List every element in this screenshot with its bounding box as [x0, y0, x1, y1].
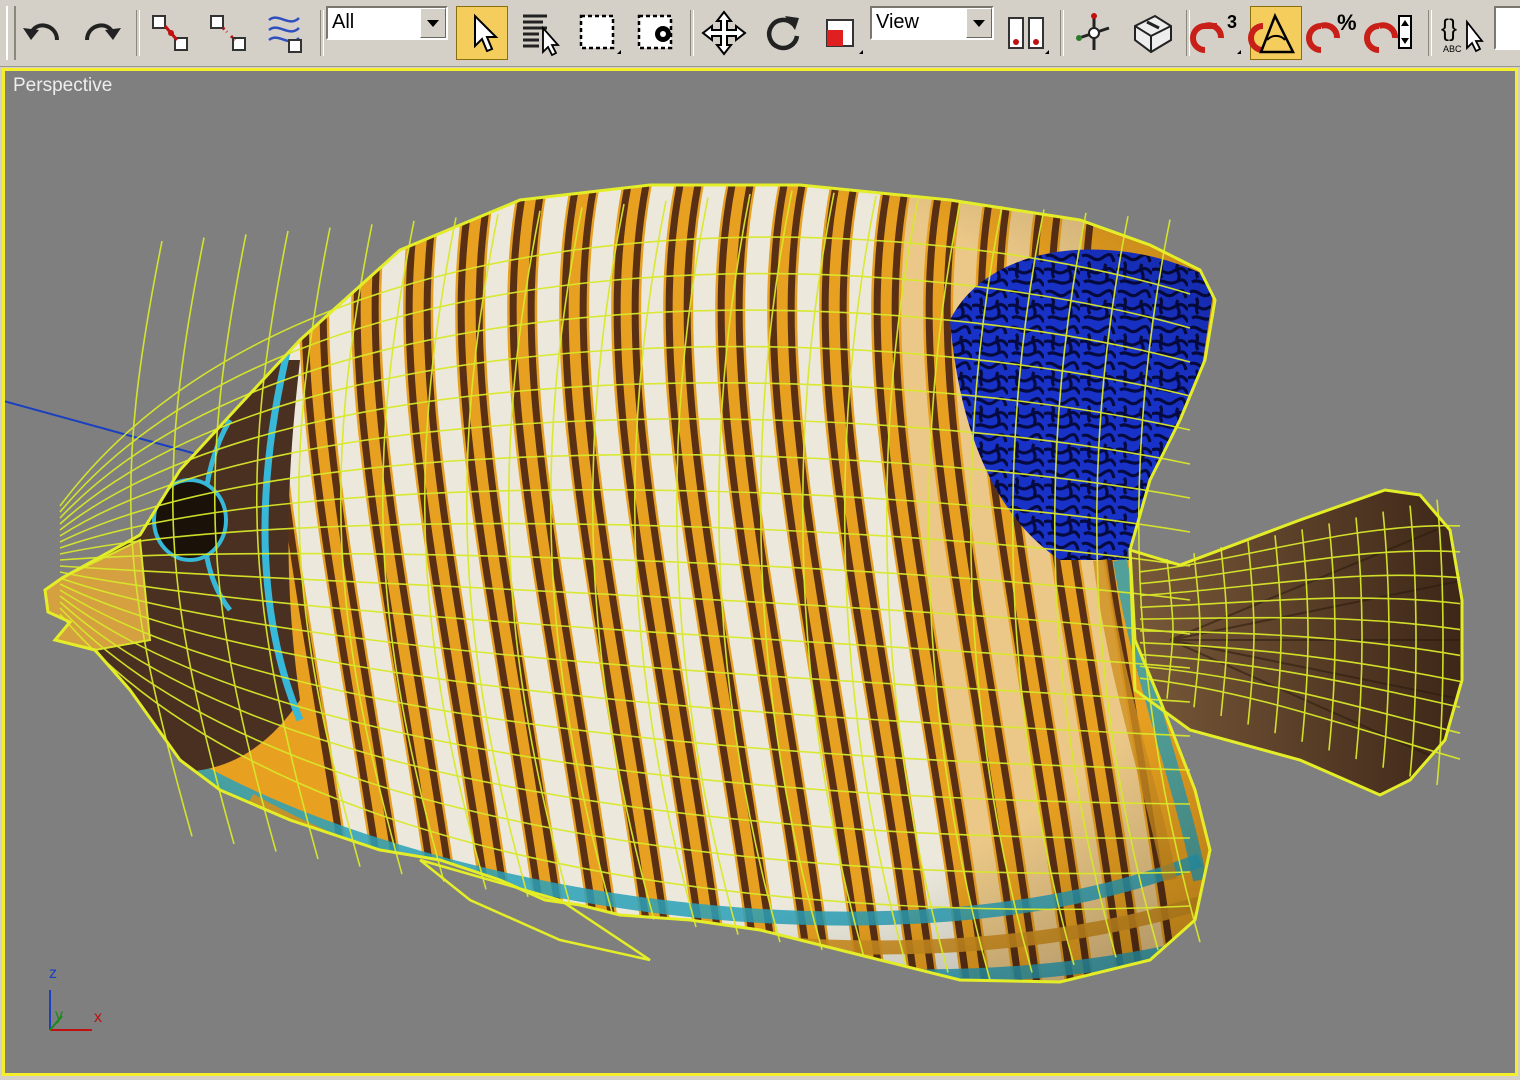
magnet-icon: 3: [1190, 12, 1241, 54]
select-and-rotate-button[interactable]: [756, 6, 808, 60]
snaps-badge: 3: [1227, 12, 1237, 32]
select-by-name-icon: [523, 14, 560, 57]
bind-to-space-warp-button[interactable]: [260, 6, 312, 60]
rectangular-selection-region-button[interactable]: [572, 6, 624, 60]
keyboard-shortcut-override-button[interactable]: [1126, 6, 1178, 60]
axis-z-label: z: [49, 965, 57, 982]
chevron-down-icon[interactable]: [966, 8, 992, 38]
unlink-icon: [210, 15, 246, 51]
named-selection-badge: ABC: [1443, 44, 1462, 54]
select-and-move-button[interactable]: [698, 6, 750, 60]
select-and-scale-button[interactable]: [814, 6, 866, 60]
spinner-snap-toggle-button[interactable]: [1364, 6, 1418, 60]
manipulate-icon: [1076, 13, 1110, 50]
angle-snap-icon: [1248, 12, 1296, 54]
angle-snap-toggle-button[interactable]: [1248, 6, 1302, 60]
window-crossing-button[interactable]: [630, 6, 682, 60]
main-toolbar: All View 3 % {} ABC: [0, 0, 1520, 67]
perspective-viewport[interactable]: Perspective z y x: [2, 68, 1518, 1076]
undo-icon: [23, 23, 59, 41]
fish-model-scene: z y x: [5, 183, 1464, 1031]
rotate-icon: [766, 16, 800, 51]
space-warp-icon: [268, 16, 302, 53]
keyboard-icon: [1134, 14, 1172, 54]
toolbar-separator: [690, 10, 694, 56]
select-by-name-button[interactable]: [514, 6, 566, 60]
percent-snap-toggle-button[interactable]: %: [1306, 6, 1360, 60]
reference-coordinate-system-dropdown[interactable]: View: [870, 6, 994, 40]
percent-badge: %: [1337, 10, 1357, 35]
redo-icon: [85, 23, 121, 41]
use-pivot-point-center-button[interactable]: [1000, 6, 1052, 60]
named-selection-sets-field[interactable]: [1494, 6, 1520, 50]
axis-x-label: x: [94, 1009, 102, 1026]
percent-snap-icon: %: [1306, 10, 1357, 53]
chevron-down-icon[interactable]: [420, 8, 446, 38]
selection-filter-value: All: [332, 11, 355, 33]
link-icon: [152, 15, 188, 51]
axis-y-label: y: [55, 1007, 63, 1024]
selection-region-icon: [579, 14, 621, 54]
toolbar-separator: [320, 10, 324, 56]
toolbar-separator: [1060, 10, 1064, 56]
select-and-link-button[interactable]: [144, 6, 196, 60]
edit-named-selection-button[interactable]: {} ABC: [1434, 6, 1486, 60]
unlink-selection-button[interactable]: [202, 6, 254, 60]
redo-button[interactable]: [74, 6, 126, 60]
named-selection-icon: {} ABC: [1441, 15, 1484, 54]
arrow-cursor-icon: [474, 13, 499, 53]
ref-coord-value: View: [876, 11, 919, 33]
toolbar-separator: [1186, 10, 1190, 56]
selection-filter-dropdown[interactable]: All: [326, 6, 448, 40]
helper-line: [5, 400, 201, 456]
spinner-snap-icon: [1364, 15, 1412, 53]
svg-text:{}: {}: [1441, 15, 1457, 42]
move-icon: [701, 10, 747, 56]
window-crossing-icon: [637, 14, 673, 50]
toolbar-separator: [1428, 10, 1432, 56]
select-object-button[interactable]: [456, 6, 508, 60]
scale-icon: [826, 19, 863, 54]
status-strip: [0, 1076, 1520, 1080]
axis-tripod: z y x: [49, 965, 102, 1031]
select-and-manipulate-button[interactable]: [1068, 6, 1120, 60]
undo-button[interactable]: [18, 6, 70, 60]
snaps-toggle-button[interactable]: 3: [1190, 6, 1244, 60]
toolbar-grip[interactable]: [6, 6, 16, 60]
toolbar-separator: [136, 10, 140, 56]
pivot-center-icon: [1008, 17, 1049, 54]
